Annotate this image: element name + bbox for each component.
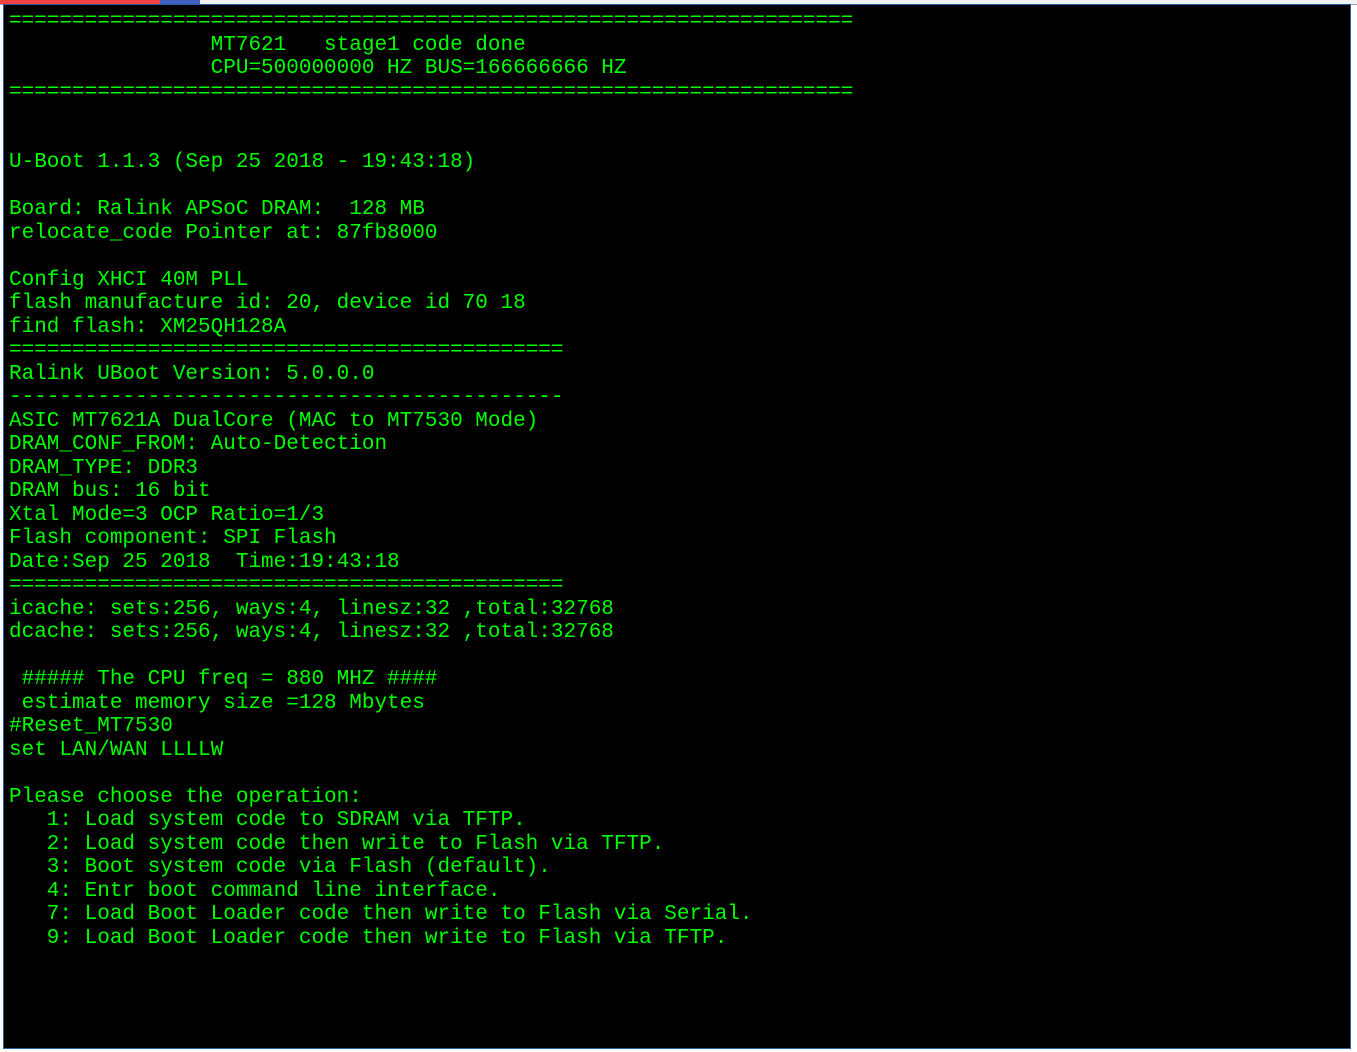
terminal-line: CPU=500000000 HZ BUS=166666666 HZ (9, 57, 1345, 81)
terminal-output[interactable]: ========================================… (5, 6, 1349, 1047)
terminal-line: Date:Sep 25 2018 Time:19:43:18 (9, 551, 1345, 575)
terminal-line: 4: Entr boot command line interface. (9, 880, 1345, 904)
terminal-line: estimate memory size =128 Mbytes (9, 692, 1345, 716)
terminal-line: Ralink UBoot Version: 5.0.0.0 (9, 363, 1345, 387)
terminal-line: 2: Load system code then write to Flash … (9, 833, 1345, 857)
terminal-line: 1: Load system code to SDRAM via TFTP. (9, 809, 1345, 833)
terminal-line: ========================================… (9, 81, 1345, 105)
terminal-line: icache: sets:256, ways:4, linesz:32 ,tot… (9, 598, 1345, 622)
terminal-line: 9: Load Boot Loader code then write to F… (9, 927, 1345, 951)
terminal-line: Config XHCI 40M PLL (9, 269, 1345, 293)
terminal-line: ========================================… (9, 574, 1345, 598)
terminal-line: relocate_code Pointer at: 87fb8000 (9, 222, 1345, 246)
terminal-line: DRAM_CONF_FROM: Auto-Detection (9, 433, 1345, 457)
terminal-line: Please choose the operation: (9, 786, 1345, 810)
terminal-line: ----------------------------------------… (9, 386, 1345, 410)
terminal-line (9, 128, 1345, 152)
terminal-line: 7: Load Boot Loader code then write to F… (9, 903, 1345, 927)
terminal-line: DRAM bus: 16 bit (9, 480, 1345, 504)
terminal-line (9, 104, 1345, 128)
terminal-line (9, 645, 1345, 669)
terminal-line (9, 175, 1345, 199)
app-window: ========================================… (0, 0, 1357, 1052)
terminal-line: dcache: sets:256, ways:4, linesz:32 ,tot… (9, 621, 1345, 645)
terminal-line (9, 245, 1345, 269)
terminal-line: Board: Ralink APSoC DRAM: 128 MB (9, 198, 1345, 222)
terminal-line: MT7621 stage1 code done (9, 34, 1345, 58)
terminal-line: DRAM_TYPE: DDR3 (9, 457, 1345, 481)
terminal-line: Xtal Mode=3 OCP Ratio=1/3 (9, 504, 1345, 528)
terminal-line: #Reset_MT7530 (9, 715, 1345, 739)
terminal-line: ========================================… (9, 10, 1345, 34)
terminal-line: find flash: XM25QH128A (9, 316, 1345, 340)
terminal-line: U-Boot 1.1.3 (Sep 25 2018 - 19:43:18) (9, 151, 1345, 175)
terminal-line: flash manufacture id: 20, device id 70 1… (9, 292, 1345, 316)
terminal-line: ##### The CPU freq = 880 MHZ #### (9, 668, 1345, 692)
terminal-line (9, 762, 1345, 786)
terminal-line: Flash component: SPI Flash (9, 527, 1345, 551)
terminal-line: ASIC MT7621A DualCore (MAC to MT7530 Mod… (9, 410, 1345, 434)
terminal-line: set LAN/WAN LLLLW (9, 739, 1345, 763)
terminal-line: 3: Boot system code via Flash (default). (9, 856, 1345, 880)
terminal-line: ========================================… (9, 339, 1345, 363)
